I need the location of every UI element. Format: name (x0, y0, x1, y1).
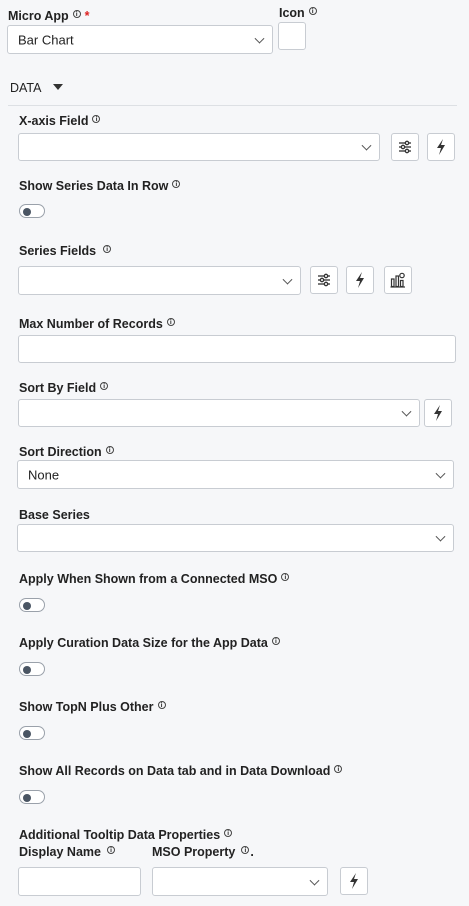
icon-picker[interactable] (278, 22, 306, 50)
toggle-knob (23, 208, 31, 216)
sliders-icon (318, 273, 330, 287)
chevron-down-icon (401, 406, 412, 417)
required-mark: * (84, 9, 90, 23)
show-all-toggle[interactable] (19, 790, 45, 804)
show-series-row-toggle[interactable] (19, 204, 45, 218)
base-series-label: Base Series (19, 508, 90, 522)
info-icon[interactable]: i (334, 765, 343, 773)
toggle-knob (23, 666, 31, 674)
apply-curation-toggle[interactable] (19, 662, 45, 676)
info-icon[interactable]: i (105, 446, 114, 454)
sort-by-expression-button[interactable] (424, 399, 452, 427)
mso-property-label: MSO Property i. (152, 845, 254, 859)
section-divider (8, 105, 457, 106)
xaxis-expression-button[interactable] (427, 133, 455, 161)
series-fields-select[interactable] (18, 266, 301, 295)
info-icon[interactable]: i (103, 245, 112, 253)
max-records-label: Max Number of Records i (19, 317, 175, 331)
info-icon[interactable]: i (271, 637, 280, 645)
tooltip-label: Additional Tooltip Data Properties i (19, 828, 233, 842)
chart-settings-icon (390, 272, 405, 288)
apply-mso-label: Apply When Shown from a Connected MSO i (19, 572, 290, 586)
microapp-select[interactable]: Bar Chart (7, 25, 273, 54)
max-records-input[interactable] (18, 335, 456, 363)
display-name-label: Display Name i (19, 845, 115, 859)
base-series-select[interactable] (17, 524, 454, 552)
icon-label: Icon i (279, 6, 317, 20)
microapp-label: Micro App i * (8, 9, 90, 23)
info-icon[interactable]: i (100, 382, 109, 390)
info-icon[interactable]: i (172, 180, 181, 188)
chevron-down-icon (361, 140, 372, 151)
chevron-down-icon (435, 531, 446, 542)
xaxis-select[interactable] (18, 133, 380, 161)
sort-by-label: Sort By Field i (19, 381, 109, 395)
bolt-icon (356, 272, 364, 288)
bolt-icon (437, 139, 445, 155)
series-chart-settings-button[interactable] (384, 266, 412, 294)
topn-toggle[interactable] (19, 726, 45, 740)
info-icon[interactable]: i (157, 701, 166, 709)
series-expression-button[interactable] (346, 266, 374, 294)
info-icon[interactable]: i (281, 573, 290, 581)
topn-label: Show TopN Plus Other i (19, 700, 166, 714)
sort-by-select[interactable] (18, 399, 420, 427)
apply-curation-label: Apply Curation Data Size for the App Dat… (19, 636, 280, 650)
chevron-down-icon (435, 468, 446, 479)
info-icon[interactable]: i (241, 846, 250, 854)
sort-direction-select[interactable]: None (17, 460, 454, 489)
toggle-knob (23, 794, 31, 802)
toggle-knob (23, 730, 31, 738)
sort-direction-value: None (28, 467, 60, 482)
sort-direction-label: Sort Direction i (19, 445, 114, 459)
apply-mso-toggle[interactable] (19, 598, 45, 612)
data-section-title: DATA (10, 81, 41, 95)
sliders-icon (399, 140, 411, 154)
display-name-input[interactable] (18, 867, 141, 896)
show-series-row-label: Show Series Data In Row i (19, 179, 181, 193)
series-settings-button[interactable] (310, 266, 338, 294)
info-icon[interactable]: i (308, 7, 317, 15)
chevron-down-icon (309, 875, 320, 886)
info-icon[interactable]: i (106, 846, 115, 854)
info-icon[interactable]: i (166, 318, 175, 326)
info-icon[interactable]: i (72, 10, 81, 18)
xaxis-settings-button[interactable] (391, 133, 419, 161)
data-section-toggle[interactable]: DATA (10, 81, 64, 95)
toggle-knob (23, 602, 31, 610)
bolt-icon (350, 873, 358, 889)
show-all-label: Show All Records on Data tab and in Data… (19, 764, 343, 778)
microapp-value: Bar Chart (18, 32, 74, 47)
info-icon[interactable]: i (92, 115, 101, 123)
info-icon[interactable]: i (224, 829, 233, 837)
chevron-down-icon (282, 274, 293, 285)
bolt-icon (434, 405, 442, 421)
xaxis-label: X-axis Field i (19, 114, 101, 128)
mso-property-select[interactable] (152, 867, 328, 896)
chevron-down-icon (254, 33, 265, 44)
series-fields-label: Series Fields i (19, 244, 112, 258)
caret-down-icon (53, 84, 64, 90)
tooltip-expression-button[interactable] (340, 867, 368, 895)
